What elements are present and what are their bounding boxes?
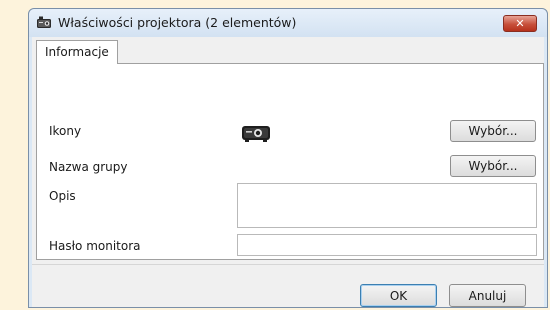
cancel-button[interactable]: Anuluj [449,284,526,307]
projector-app-icon [37,16,51,28]
footer-divider [32,264,544,265]
group-name-label: Nazwa grupy [49,160,128,174]
window-title: Właściwości projektora (2 elementów) [58,15,297,30]
close-button[interactable]: ✕ [503,15,537,32]
ok-button[interactable]: OK [360,284,437,307]
tab-informacje[interactable]: Informacje [36,40,118,64]
monitor-password-field[interactable] [237,234,537,256]
close-icon: ✕ [515,17,525,30]
monitor-password-label: Hasło monitora [49,239,141,253]
choose-icon-button[interactable]: Wybór... [450,120,536,142]
tab-panel-informacje: Ikony Wybór... Nazwa grupy Wybór... Opis… [36,63,544,260]
icons-label: Ikony [49,124,82,138]
choose-group-button[interactable]: Wybór... [450,155,536,177]
description-field[interactable] [237,183,537,228]
dialog-client-area: Informacje Ikony Wybór... Nazwa grupy Wy… [32,37,544,307]
projector-icon [242,126,270,142]
description-label: Opis [49,189,76,203]
properties-dialog: Właściwości projektora (2 elementów) ✕ I… [28,8,548,308]
title-bar[interactable]: Właściwości projektora (2 elementów) ✕ [29,9,547,37]
